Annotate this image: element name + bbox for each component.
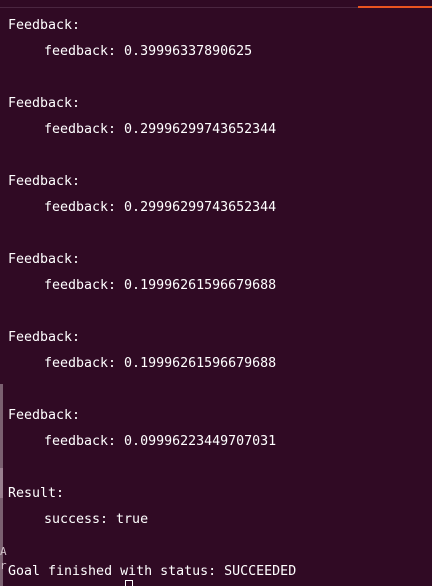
left-window-edge-highlight (0, 468, 3, 498)
edge-glyph-r: r (0, 559, 7, 572)
active-tab-indicator (358, 6, 432, 8)
output-header: Feedback: (8, 252, 81, 267)
output-value: feedback: 0.09996223449707031 (44, 434, 277, 449)
output-value: feedback: 0.29996299743652344 (44, 200, 277, 215)
text-cursor (125, 580, 133, 586)
output-header: Feedback: (8, 330, 81, 345)
top-divider (0, 7, 358, 8)
output-value: feedback: 0.39996337890625 (44, 44, 253, 59)
output-header: Feedback: (8, 408, 81, 423)
edge-glyph-a: A (0, 545, 7, 558)
output-value: feedback: 0.19996261596679688 (44, 356, 277, 371)
output-header: Feedback: (8, 18, 81, 33)
output-header: Feedback: (8, 174, 81, 189)
terminal-window[interactable]: Feedback: feedback: 0.39996337890625 Fee… (0, 0, 432, 586)
result-value: success: true (44, 512, 149, 527)
goal-status-line: Goal finished with status: SUCCEEDED (8, 564, 297, 579)
output-header: Feedback: (8, 96, 81, 111)
output-value: feedback: 0.19996261596679688 (44, 278, 277, 293)
result-header: Result: (8, 486, 65, 501)
output-value: feedback: 0.29996299743652344 (44, 122, 277, 137)
terminal-output: Feedback: feedback: 0.39996337890625 Fee… (8, 16, 432, 536)
